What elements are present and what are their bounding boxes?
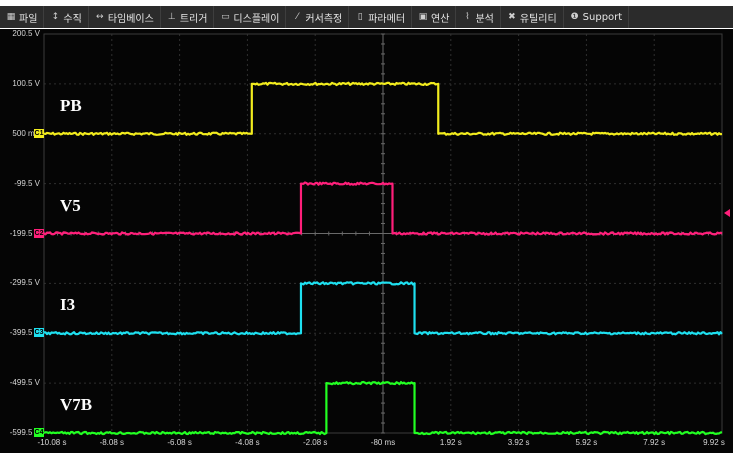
file-icon: ▦ — [6, 12, 16, 22]
display-icon: ▭ — [221, 12, 230, 22]
menu-item-timebase[interactable]: ↔ 타임베이스 — [89, 6, 161, 28]
trigger-icon: ⊥ — [167, 12, 176, 22]
menu-item-vertical[interactable]: ↕ 수직 — [44, 6, 89, 28]
channel-marker-c3[interactable]: C3 — [34, 328, 44, 338]
waveform-display[interactable]: 200.5 V 100.5 V 500 mV -99.5 V -199.5 V -299.… — [0, 29, 733, 453]
x-scale-label: -4.08 s — [235, 438, 260, 447]
channel-marker-c4[interactable]: C4 — [34, 428, 44, 437]
x-scale-label: -10.08 s — [37, 438, 67, 447]
trigger-level-marker — [724, 209, 730, 217]
math-icon: ▣ — [418, 12, 428, 22]
timebase-icon: ↔ — [96, 12, 104, 22]
channel-marker-c1[interactable]: C1 — [34, 128, 44, 138]
menu-item-parameter[interactable]: ▯ 파라메터 — [349, 6, 413, 28]
x-scale-label: 5.92 s — [575, 438, 598, 447]
menu-item-label: 분석 — [475, 13, 494, 25]
cursor-icon: ⁄ — [296, 12, 299, 22]
x-scale-label: -8.08 s — [99, 438, 125, 447]
menu-item-file[interactable]: ▦ 파일 — [0, 6, 45, 28]
signal-label-v5: V5 — [60, 195, 81, 215]
vertical-icon: ↕ — [51, 12, 60, 22]
waveform-grid — [43, 33, 730, 436]
menu-item-math[interactable]: ▣ 연산 — [412, 6, 457, 28]
menu-item-display[interactable]: ▭ 디스플레이 — [214, 6, 287, 28]
x-scale-label: -2.08 s — [302, 438, 328, 447]
y-scale-label: 200.5 V — [12, 29, 40, 38]
menu-item-utility[interactable]: ✖ 유틸리티 — [501, 6, 564, 28]
x-scale-label: -80 ms — [370, 438, 396, 447]
menu-item-label: 디스플레이 — [233, 13, 280, 25]
y-scale-label: -499.5 V — [9, 378, 40, 388]
menu-item-label: 수직 — [63, 13, 82, 25]
y-scale-label: -299.5 V — [9, 278, 40, 288]
x-scale-label: 3.92 s — [507, 438, 530, 447]
x-scale-label: -6.08 s — [167, 438, 192, 447]
parameter-icon: ▯ — [357, 12, 363, 22]
menu-item-support[interactable]: ❶ Support — [564, 6, 630, 28]
signal-label-pb: PB — [60, 95, 82, 115]
signal-label-v7b: V7B — [60, 395, 93, 414]
support-icon: ❶ — [570, 12, 579, 22]
x-scale-label: 7.92 s — [643, 438, 666, 447]
menu-bar: ▦ 파일 ↕ 수직 ↔ 타임베이스 ⊥ 트리거 ▭ 디스플레이 ⁄ 커서측정 ▯ 파라메터 ▣ 연산 ⌇ 분석 ✖ 유… — [0, 6, 733, 28]
utility-icon: ✖ — [508, 12, 516, 22]
y-scale-label: 100.5 V — [12, 78, 40, 88]
menu-item-label: Support — [582, 11, 623, 23]
menu-item-label: 파라메터 — [368, 13, 406, 25]
menu-item-label: 커서측정 — [305, 13, 343, 25]
menu-item-trigger[interactable]: ⊥ 트리거 — [161, 6, 215, 28]
menu-item-label: 연산 — [431, 13, 450, 25]
menu-item-label: 트리거 — [179, 13, 208, 25]
oscilloscope-app: ▦ 파일 ↕ 수직 ↔ 타임베이스 ⊥ 트리거 ▭ 디스플레이 ⁄ 커서측정 ▯ 파라메터 ▣ 연산 ⌇ 분석 ✖ 유… — [0, 0, 733, 463]
channel-marker-c2[interactable]: C2 — [34, 228, 44, 238]
x-scale-label: 1.92 s — [439, 438, 462, 447]
menu-item-cursor[interactable]: ⁄ 커서측정 — [286, 6, 350, 28]
analysis-icon: ⌇ — [465, 12, 470, 22]
menu-item-label: 타임베이스 — [107, 13, 154, 25]
menu-item-label: 파일 — [19, 13, 38, 25]
signal-label-i3: I3 — [60, 295, 76, 315]
x-scale-label: 9.92 s — [703, 438, 725, 447]
menu-item-label: 유틸리티 — [519, 13, 557, 25]
y-scale-label: -99.5 V — [14, 178, 40, 188]
menu-item-analysis[interactable]: ⌇ 분석 — [456, 6, 501, 28]
